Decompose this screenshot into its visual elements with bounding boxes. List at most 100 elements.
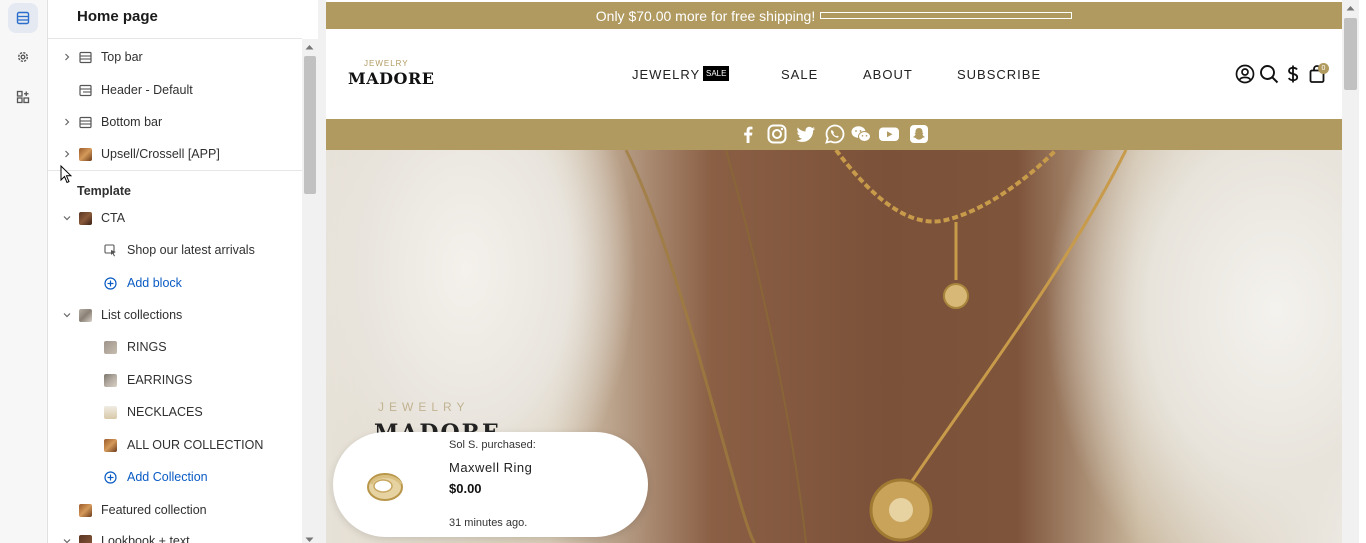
recent-purchase-popup[interactable]: Sol S. purchased: Maxwell Ring $0.00 31 … bbox=[333, 432, 648, 537]
featured-thumbnail-icon bbox=[79, 503, 92, 517]
nav-subscribe[interactable]: SUBSCRIBE bbox=[957, 67, 1041, 82]
scroll-down-arrow-icon[interactable] bbox=[305, 537, 314, 543]
lookbook-thumbnail-icon bbox=[79, 534, 92, 543]
chevron-down-icon[interactable] bbox=[62, 310, 72, 320]
collection-item-all[interactable]: ALL OUR COLLECTION bbox=[48, 432, 302, 458]
section-label: Upsell/Crossell [APP] bbox=[101, 147, 220, 161]
mouse-cursor-icon bbox=[60, 165, 72, 184]
section-bottom-bar[interactable]: Bottom bar bbox=[48, 109, 302, 135]
instagram-icon[interactable] bbox=[766, 123, 788, 145]
collection-label: RINGS bbox=[127, 340, 167, 354]
store-preview: Only $70.00 more for free shipping! JEWE… bbox=[326, 0, 1342, 543]
editor-icon-rail bbox=[0, 0, 48, 543]
nav-about[interactable]: ABOUT bbox=[863, 67, 913, 82]
section-featured-collection[interactable]: Featured collection bbox=[48, 497, 302, 523]
section-label: Featured collection bbox=[101, 503, 207, 517]
nav-jewelry[interactable]: JEWELRY bbox=[632, 67, 700, 82]
plus-circle-icon bbox=[104, 470, 117, 484]
add-collection-label: Add Collection bbox=[127, 470, 208, 484]
panel-scroll-thumb[interactable] bbox=[304, 56, 316, 194]
cart-count-badge: 0 bbox=[1318, 63, 1329, 74]
preview-scroll-thumb[interactable] bbox=[1344, 18, 1357, 90]
nav-sale[interactable]: SALE bbox=[781, 67, 818, 82]
currency-dollar-icon[interactable] bbox=[1283, 64, 1303, 84]
section-label: Top bar bbox=[101, 50, 143, 64]
header-section-icon bbox=[79, 84, 92, 97]
section-icon bbox=[79, 51, 92, 64]
search-icon[interactable] bbox=[1259, 64, 1279, 84]
section-label: Bottom bar bbox=[101, 115, 163, 129]
add-block-button[interactable]: Add block bbox=[48, 270, 302, 296]
divider bbox=[48, 170, 302, 171]
apps-icon bbox=[16, 90, 30, 104]
account-icon[interactable] bbox=[1235, 64, 1255, 84]
section-list-collections[interactable]: List collections bbox=[48, 302, 302, 328]
store-logo[interactable]: MADORE bbox=[348, 69, 434, 88]
gear-icon bbox=[17, 51, 29, 63]
add-collection-button[interactable]: Add Collection bbox=[48, 464, 302, 490]
sections-icon bbox=[16, 11, 30, 25]
logo-tagline[interactable]: JEWELRY bbox=[364, 59, 409, 68]
ring-product-image bbox=[367, 473, 403, 501]
plus-circle-icon bbox=[104, 276, 117, 290]
page-title: Home page bbox=[48, 0, 302, 39]
collection-label: EARRINGS bbox=[127, 373, 193, 387]
sections-button[interactable] bbox=[8, 3, 38, 33]
sections-panel: Home page Top bar Header - Default Botto… bbox=[48, 0, 302, 543]
facebook-icon[interactable] bbox=[737, 123, 759, 145]
section-upsell[interactable]: Upsell/Crossell [APP] bbox=[48, 141, 302, 167]
snapchat-icon[interactable] bbox=[908, 123, 930, 145]
collection-item-necklaces[interactable]: NECKLACES bbox=[48, 399, 302, 425]
twitter-icon[interactable] bbox=[795, 123, 817, 145]
section-label: List collections bbox=[101, 308, 183, 322]
template-heading: Template bbox=[77, 184, 131, 198]
section-label: CTA bbox=[101, 211, 126, 225]
section-lookbook[interactable]: Lookbook + text bbox=[48, 528, 302, 543]
purchase-product-name[interactable]: Maxwell Ring bbox=[449, 460, 532, 475]
purchase-buyer: Sol S. purchased: bbox=[449, 439, 536, 451]
rings-thumbnail-icon bbox=[104, 340, 117, 354]
collection-item-earrings[interactable]: EARRINGS bbox=[48, 367, 302, 393]
scroll-up-arrow-icon[interactable] bbox=[305, 44, 314, 50]
chevron-right-icon[interactable] bbox=[62, 117, 72, 127]
collection-label: NECKLACES bbox=[127, 405, 203, 419]
pointer-block-icon bbox=[104, 243, 117, 257]
section-cta[interactable]: CTA bbox=[48, 205, 302, 231]
all-collection-thumbnail-icon bbox=[104, 438, 117, 452]
purchase-time: 31 minutes ago. bbox=[449, 517, 528, 529]
chevron-right-icon[interactable] bbox=[62, 149, 72, 159]
app-embeds-button[interactable] bbox=[8, 82, 38, 112]
chevron-right-icon[interactable] bbox=[62, 52, 72, 62]
wechat-icon[interactable] bbox=[850, 123, 872, 145]
sale-badge: SALE bbox=[703, 66, 730, 81]
youtube-icon[interactable] bbox=[878, 123, 900, 145]
collection-label: ALL OUR COLLECTION bbox=[127, 438, 264, 452]
collections-thumbnail-icon bbox=[79, 308, 92, 322]
preview-scroll-up-arrow-icon[interactable] bbox=[1346, 5, 1355, 11]
section-label: Header - Default bbox=[101, 83, 193, 97]
block-shop-latest[interactable]: Shop our latest arrivals bbox=[48, 237, 302, 263]
earrings-thumbnail-icon bbox=[104, 373, 117, 387]
hero-tagline: JEWELRY bbox=[378, 400, 470, 414]
announcement-bar: Only $70.00 more for free shipping! bbox=[326, 2, 1342, 29]
free-shipping-text: Only $70.00 more for free shipping! bbox=[595, 7, 816, 24]
whatsapp-icon[interactable] bbox=[824, 123, 846, 145]
section-label: Lookbook + text bbox=[101, 534, 190, 543]
section-top-bar[interactable]: Top bar bbox=[48, 44, 302, 70]
store-header: JEWELRY MADORE JEWELRY SALE SALE ABOUT S… bbox=[326, 29, 1342, 119]
purchase-price: $0.00 bbox=[449, 481, 482, 496]
theme-settings-button[interactable] bbox=[8, 42, 38, 72]
chevron-down-icon[interactable] bbox=[62, 536, 72, 543]
theme-editor: Home page Top bar Header - Default Botto… bbox=[0, 0, 1366, 543]
section-icon bbox=[79, 116, 92, 129]
social-bar bbox=[326, 119, 1342, 150]
app-thumbnail-icon bbox=[79, 147, 92, 161]
panel-separator bbox=[318, 0, 326, 543]
section-header[interactable]: Header - Default bbox=[48, 77, 302, 103]
necklaces-thumbnail-icon bbox=[104, 405, 117, 419]
add-block-label: Add block bbox=[127, 276, 182, 290]
chevron-down-icon[interactable] bbox=[62, 213, 72, 223]
free-shipping-progress bbox=[820, 12, 1073, 19]
block-label: Shop our latest arrivals bbox=[127, 243, 255, 257]
collection-item-rings[interactable]: RINGS bbox=[48, 334, 302, 360]
